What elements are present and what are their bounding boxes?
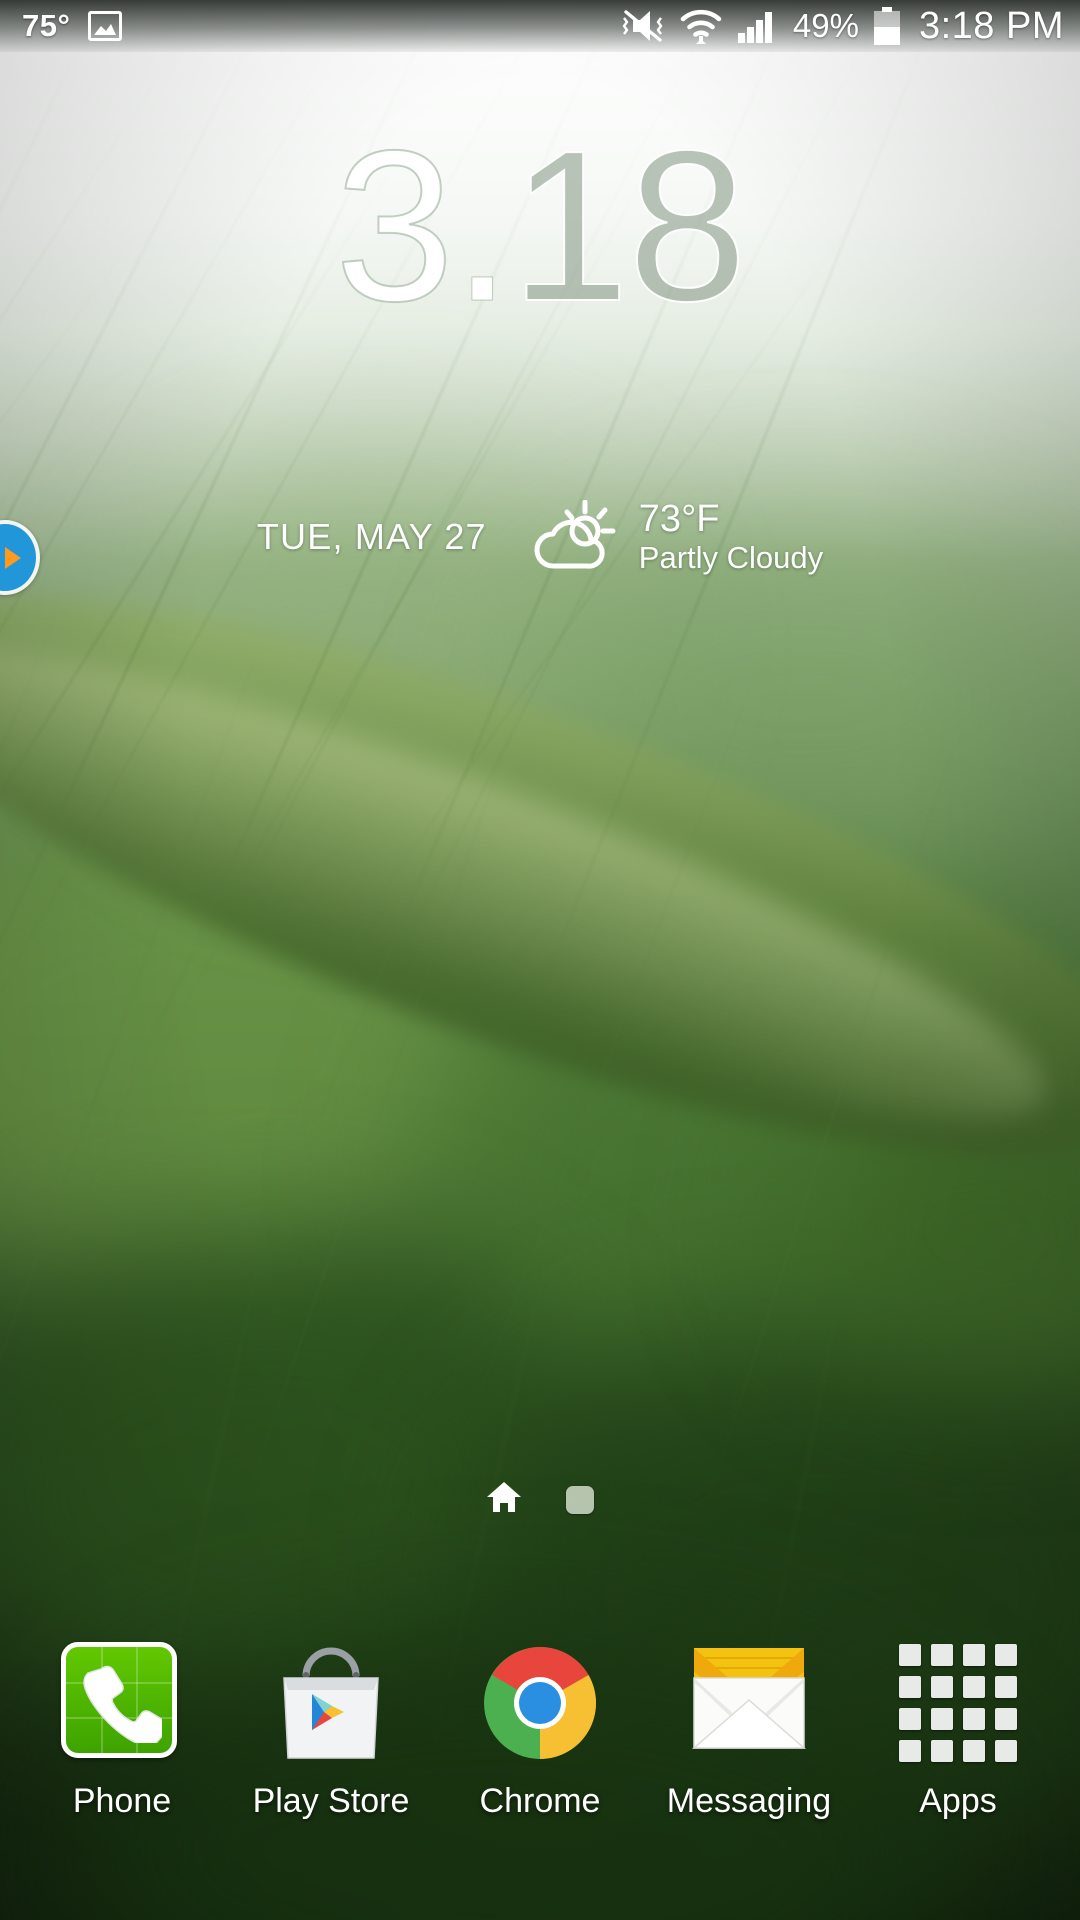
- dock-label-messaging: Messaging: [666, 1782, 832, 1820]
- dock-label-chrome: Chrome: [479, 1782, 601, 1820]
- battery-percent-label: 49%: [792, 7, 859, 44]
- status-temperature: 75°: [22, 8, 71, 43]
- dock-item-apps[interactable]: Apps: [862, 1642, 1054, 1821]
- clock-time: 3.18: [0, 117, 1080, 334]
- clock-minute: 18: [509, 105, 748, 346]
- chrome-icon: [479, 1647, 601, 1768]
- weather-widget[interactable]: 73°F Partly Cloudy: [533, 498, 823, 575]
- vibrate-mute-icon: [620, 7, 666, 45]
- play-arrow-icon: [5, 546, 21, 569]
- dock-item-chrome[interactable]: Chrome: [444, 1642, 636, 1821]
- wifi-icon: [679, 8, 723, 44]
- home-icon[interactable]: [486, 1480, 522, 1519]
- weather-temperature: 73°F: [638, 498, 720, 540]
- page-indicator: [0, 1480, 1080, 1519]
- clock-hour: 3: [334, 105, 456, 346]
- dock-item-play-store[interactable]: Play Store: [235, 1642, 427, 1821]
- weather-condition: Partly Cloudy: [638, 539, 824, 575]
- clock-widget[interactable]: 3.18: [0, 117, 1080, 334]
- dock-item-messaging[interactable]: Messaging: [653, 1642, 845, 1821]
- status-clock: 3:18 PM: [918, 4, 1064, 47]
- dock-label-apps: Apps: [919, 1782, 997, 1820]
- dock-item-phone[interactable]: Phone: [26, 1642, 218, 1821]
- phone-icon: [61, 1642, 177, 1758]
- play-store-icon: [270, 1647, 392, 1768]
- dock-label-phone: Phone: [72, 1782, 172, 1820]
- dock: Phone Play Store Chrome Messaging Apps: [0, 1620, 1080, 1920]
- status-bar[interactable]: 75° 49% 3:18 PM: [0, 0, 1080, 52]
- messaging-envelope-icon: [688, 1648, 810, 1758]
- date-label: TUE, MAY 27: [256, 515, 487, 557]
- dock-label-play-store: Play Store: [252, 1782, 410, 1820]
- date-weather-row[interactable]: TUE, MAY 27 73°F Partly Cloudy: [0, 498, 1080, 575]
- page-dot-2[interactable]: [566, 1485, 594, 1514]
- clock-separator: .: [452, 105, 513, 346]
- app-drawer-grid-icon: [897, 1642, 1019, 1764]
- battery-icon: [872, 7, 902, 45]
- partly-cloudy-icon: [533, 499, 617, 575]
- cellular-signal-icon: [736, 8, 780, 44]
- gallery-icon: [88, 11, 123, 41]
